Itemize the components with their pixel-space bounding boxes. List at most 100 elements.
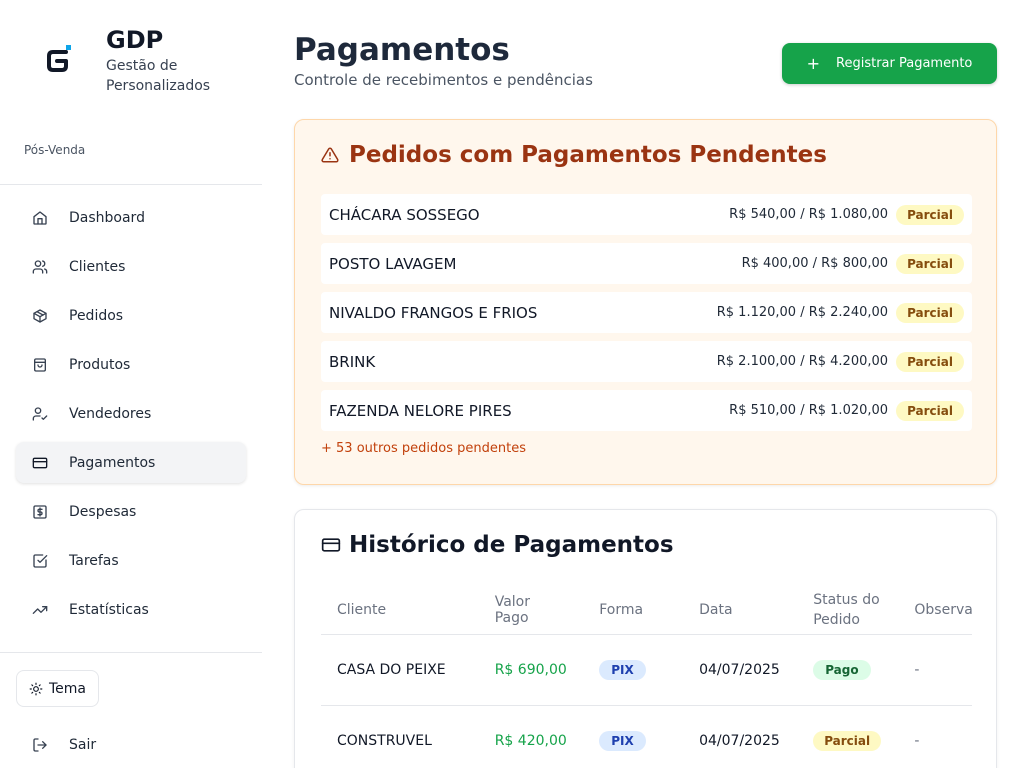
app-subtitle: Gestão de Personalizados [106, 58, 211, 94]
pending-info: R$ 2.100,00 / R$ 4.200,00 Parcial [716, 351, 964, 372]
table-row[interactable]: CASA DO PEIXE R$ 690,00 PIX 04/07/2025 P… [321, 634, 972, 706]
cell-cliente: CASA DO PEIXE [321, 634, 479, 706]
pending-amount: R$ 540,00 / R$ 1.080,00 [729, 207, 889, 222]
list-item[interactable]: BRINK R$ 2.100,00 / R$ 4.200,00 Parcial [321, 341, 972, 382]
pending-info: R$ 540,00 / R$ 1.080,00 Parcial [729, 204, 964, 225]
method-badge: PIX [599, 730, 646, 751]
sidebar-item-label: Vendedores [69, 405, 152, 422]
sidebar-item-pagamentos[interactable]: Pagamentos [16, 442, 246, 483]
pending-amount: R$ 400,00 / R$ 800,00 [741, 256, 889, 271]
history-table: Cliente Valor Pago Forma Data Status do … [321, 586, 972, 768]
table-row[interactable]: CONSTRUVEL R$ 420,00 PIX 04/07/2025 Parc… [321, 705, 972, 768]
sidebar-item-label: Pedidos [69, 307, 124, 324]
sidebar-item-label: Tarefas [69, 552, 119, 569]
pending-client-name: POSTO LAVAGEM [329, 254, 457, 273]
brand: GDP Gestão de Personalizados [106, 26, 236, 96]
column-header: Status do Pedido [797, 586, 899, 635]
history-title: Histórico de Pagamentos [321, 532, 674, 558]
sidebar-item-pedidos[interactable]: Pedidos [16, 295, 246, 336]
warning-icon [321, 147, 339, 163]
pending-client-name: FAZENDA NELORE PIRES [329, 401, 512, 420]
list-item[interactable]: FAZENDA NELORE PIRES R$ 510,00 / R$ 1.02… [321, 390, 972, 431]
status-badge: Parcial [896, 253, 964, 274]
sidebar-item-estatisticas[interactable]: Estatísticas [16, 589, 246, 630]
sidebar-item-despesas[interactable]: Despesas [16, 491, 246, 532]
column-header: Observações [898, 586, 972, 635]
pending-amount: R$ 1.120,00 / R$ 2.240,00 [716, 305, 889, 320]
column-header: Valor Pago [478, 586, 584, 635]
pending-info: R$ 510,00 / R$ 1.020,00 Parcial [729, 400, 964, 421]
cell-status: Pago [797, 634, 899, 706]
pending-amount: R$ 510,00 / R$ 1.020,00 [729, 403, 889, 418]
cell-forma: PIX [583, 634, 684, 706]
sidebar-item-label: Despesas [69, 503, 137, 520]
sidebar-item-label: Clientes [69, 258, 126, 275]
cell-valor: R$ 690,00 [478, 634, 584, 706]
status-badge: Parcial [896, 302, 964, 323]
cell-obs: - [898, 705, 972, 768]
users-icon [32, 259, 48, 274]
app-title: GDP [106, 26, 164, 54]
status-badge: Parcial [813, 730, 882, 751]
column-header: Forma [583, 586, 684, 635]
sidebar: GDP Gestão de Personalizados Pós-Venda D… [0, 0, 262, 768]
sidebar-nav: Dashboard Clientes Pedidos Produtos Vend… [16, 197, 246, 638]
pending-list: CHÁCARA SOSSEGO R$ 540,00 / R$ 1.080,00 … [321, 194, 972, 439]
payment-history-card: Histórico de Pagamentos Cliente Valor Pa… [294, 509, 997, 768]
sidebar-item-label: Dashboard [69, 209, 145, 226]
credit-card-icon [321, 538, 341, 552]
sidebar-divider [0, 652, 262, 653]
list-item[interactable]: NIVALDO FRANGOS E FRIOS R$ 1.120,00 / R$… [321, 292, 972, 333]
logout-label: Sair [69, 737, 97, 753]
checkbox-icon [33, 553, 48, 568]
pending-title-text: Pedidos com Pagamentos Pendentes [349, 142, 827, 168]
history-title-text: Histórico de Pagamentos [349, 532, 674, 558]
pending-client-name: BRINK [329, 352, 376, 371]
history-table-wrap[interactable]: Cliente Valor Pago Forma Data Status do … [321, 586, 972, 768]
sidebar-item-label: Pagamentos [69, 454, 156, 471]
status-badge: Parcial [896, 400, 964, 421]
sidebar-item-vendedores[interactable]: Vendedores [16, 393, 246, 434]
list-item[interactable]: POSTO LAVAGEM R$ 400,00 / R$ 800,00 Parc… [321, 243, 972, 284]
theme-label: Tema [49, 680, 87, 697]
sidebar-item-label: Produtos [69, 356, 131, 373]
sidebar-item-dashboard[interactable]: Dashboard [16, 197, 246, 238]
theme-toggle-button[interactable]: Tema [16, 670, 100, 707]
user-role: Pós-Venda [24, 143, 86, 157]
status-badge: Parcial [896, 204, 964, 225]
more-pending-link[interactable]: + 53 outros pedidos pendentes [321, 441, 526, 456]
pending-client-name: NIVALDO FRANGOS E FRIOS [329, 303, 538, 322]
status-badge: Pago [813, 659, 871, 680]
logout-icon [33, 738, 47, 752]
sidebar-item-clientes[interactable]: Clientes [16, 246, 246, 287]
pending-info: R$ 1.120,00 / R$ 2.240,00 Parcial [716, 302, 964, 323]
pending-amount: R$ 2.100,00 / R$ 4.200,00 [716, 354, 889, 369]
sun-icon [29, 682, 43, 695]
logo-icon [47, 45, 71, 72]
pending-title: Pedidos com Pagamentos Pendentes [321, 142, 827, 168]
plus-icon: + [806, 54, 821, 73]
register-payment-button[interactable]: + Registrar Pagamento [782, 43, 997, 84]
receipt-icon [33, 504, 47, 519]
sidebar-item-produtos[interactable]: Produtos [16, 344, 246, 385]
cell-status: Parcial [797, 705, 899, 768]
home-icon [33, 210, 47, 225]
cell-data: 04/07/2025 [683, 705, 798, 768]
register-payment-label: Registrar Pagamento [836, 56, 973, 71]
sidebar-divider [0, 184, 262, 185]
trending-up-icon [32, 605, 48, 614]
column-header: Data [683, 586, 798, 635]
pending-info: R$ 400,00 / R$ 800,00 Parcial [741, 253, 964, 274]
logout-button[interactable]: Sair [32, 737, 96, 753]
cell-forma: PIX [583, 705, 684, 768]
package-icon [33, 308, 47, 323]
cell-data: 04/07/2025 [683, 634, 798, 706]
user-check-icon [32, 406, 48, 421]
page-title: Pagamentos [294, 32, 510, 68]
sidebar-item-tarefas[interactable]: Tarefas [16, 540, 246, 581]
list-item[interactable]: CHÁCARA SOSSEGO R$ 540,00 / R$ 1.080,00 … [321, 194, 972, 235]
page-subtitle: Controle de recebimentos e pendências [294, 71, 593, 89]
pending-payments-card: Pedidos com Pagamentos Pendentes CHÁCARA… [294, 119, 997, 485]
cell-obs: - [898, 634, 972, 706]
pending-client-name: CHÁCARA SOSSEGO [329, 205, 480, 224]
